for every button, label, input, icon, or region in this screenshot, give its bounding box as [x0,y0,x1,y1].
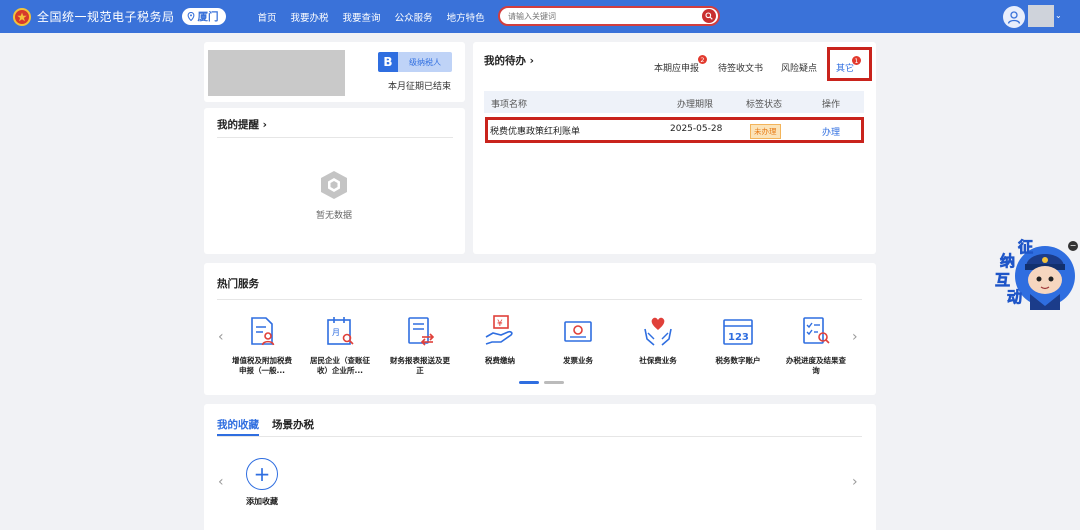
service-progress-query[interactable]: 办税进度及结果查询 [786,315,846,376]
service-label: 发票业务 [563,356,593,365]
nav-item-local-feature[interactable]: 地方特色 [447,10,485,24]
svg-text:123: 123 [728,332,749,343]
calendar-123-icon: 123 [723,319,753,345]
highlight-tab-others [827,47,872,81]
city-selector[interactable]: 厦门 [181,8,226,25]
mascot-char: 动 [1007,288,1023,307]
service-label: 社保费业务 [639,356,677,365]
search-icon [705,12,713,20]
invoice-icon [564,321,592,342]
plus-icon: + [253,462,271,486]
tab-scenario-tax[interactable]: 场景办税 [272,417,314,432]
svg-text:月: 月 [332,328,340,337]
doc-exchange-icon [408,317,435,346]
column-header-status: 标签状态 [746,100,783,110]
search-bar [498,6,720,26]
favorites-prev-arrow[interactable]: ‹ [218,474,224,490]
service-label: 居民企业（查账征收）企业所... [310,356,370,375]
location-pin-icon [187,12,194,21]
hot-services-title: 热门服务 [217,278,259,290]
checklist-search-icon [803,317,830,344]
username-redacted [1028,5,1054,27]
tax-emblem-icon [13,7,31,26]
user-icon [1007,11,1021,24]
svg-text:¥: ¥ [497,319,503,329]
favorites-next-arrow[interactable]: › [852,474,858,490]
divider [217,299,862,300]
search-input[interactable] [508,11,693,21]
service-label: 税务数字账户 [715,356,761,365]
service-invoice[interactable]: 发票业务 [548,315,608,366]
add-favorite-button[interactable]: + [246,458,278,490]
service-tax-payment[interactable]: ¥ 税费缴纳 [470,315,530,366]
favorites-card: 我的收藏 场景办税 ‹ › + 添加收藏 [204,404,876,530]
tab-my-favorites[interactable]: 我的收藏 [217,417,259,432]
collapse-widget-button[interactable]: − [1068,241,1078,251]
main-nav: 首页 我要办税 我要查询 公众服务 地方特色 [258,10,499,24]
user-menu-chevron-icon[interactable]: ⌄ [1055,11,1062,20]
service-digital-account[interactable]: 123 税务数字账户 [708,315,768,366]
mascot-char: 纳 [1000,252,1016,271]
service-label: 税费缴纳 [485,356,515,365]
profile-card: B 级纳税人 本月征期已结束 [204,42,465,102]
service-label: 财务报表报送及更正 [390,356,450,375]
carousel-page-active[interactable] [519,381,539,384]
empty-text: 暂无数据 [315,211,352,221]
interaction-mascot-widget[interactable]: 征 纳 互 动 [990,236,1080,310]
add-favorite-label: 添加收藏 [246,497,278,506]
column-header-action: 操作 [822,100,841,110]
services-prev-arrow[interactable]: ‹ [218,329,224,345]
doc-person-icon [251,317,275,346]
column-header-deadline: 办理期限 [677,100,714,110]
tab-pending-documents[interactable]: 待签收文书 [718,61,763,74]
taxpayer-type-badge: 级纳税人 [398,52,452,72]
service-social-insurance[interactable]: 社保费业务 [628,315,688,366]
taxpayer-info-redacted [208,50,345,96]
period-status: 本月征期已结束 [387,82,451,92]
search-button[interactable] [702,9,716,23]
city-label: 厦门 [197,11,219,23]
reminders-card: 我的提醒 › 暂无数据 [204,108,465,254]
nav-item-public-service[interactable]: 公众服务 [395,10,433,24]
tab-current-declaration[interactable]: 本期应申报 [654,61,699,74]
user-avatar[interactable] [1003,6,1025,28]
credit-level-badge: B [378,52,398,72]
todo-card: 我的待办 › 本期应申报 2 待签收文书 风险疑点 其它 1 事项名称 办理期限… [473,42,876,254]
top-bar: 全国统一规范电子税务局 厦门 首页 我要办税 我要查询 公众服务 地方特色 ⌄ [0,0,1080,33]
reminders-title[interactable]: 我的提醒 › [217,117,267,132]
calendar-search-icon: 月 [327,317,354,345]
service-label: 办税进度及结果查询 [786,356,846,375]
service-corporate-income-tax[interactable]: 月 居民企业（查账征收）企业所... [310,315,370,376]
empty-box-icon [321,171,347,199]
carousel-page[interactable] [544,381,564,384]
nav-item-handle-tax[interactable]: 我要办税 [291,10,329,24]
services-next-arrow[interactable]: › [852,329,858,345]
site-title: 全国统一规范电子税务局 [37,10,175,24]
nav-item-query[interactable]: 我要查询 [343,10,381,24]
service-vat-declaration[interactable]: 增值税及附加税费申报（一般... [232,315,292,376]
todo-title[interactable]: 我的待办 › [484,53,534,68]
mascot-char: 征 [1018,238,1034,257]
highlight-row [485,117,864,143]
tab-count-badge: 2 [698,55,707,64]
yuan-hand-icon: ¥ [485,315,513,345]
column-header-name: 事项名称 [491,100,528,110]
heart-hands-icon [644,317,672,346]
hot-services-card: 热门服务 ‹ › 增值税及附加税费申报（一般... 月 居民企业（查账征收）企业… [204,263,876,395]
service-label: 增值税及附加税费申报（一般... [232,356,292,375]
divider [217,436,862,437]
tab-risk-doubts[interactable]: 风险疑点 [781,61,817,74]
todo-table-header: 事项名称 办理期限 标签状态 操作 [484,91,864,113]
nav-item-home[interactable]: 首页 [258,10,277,24]
minus-icon: − [1069,241,1077,250]
service-financial-statements[interactable]: 财务报表报送及更正 [390,315,450,376]
divider [217,137,453,138]
